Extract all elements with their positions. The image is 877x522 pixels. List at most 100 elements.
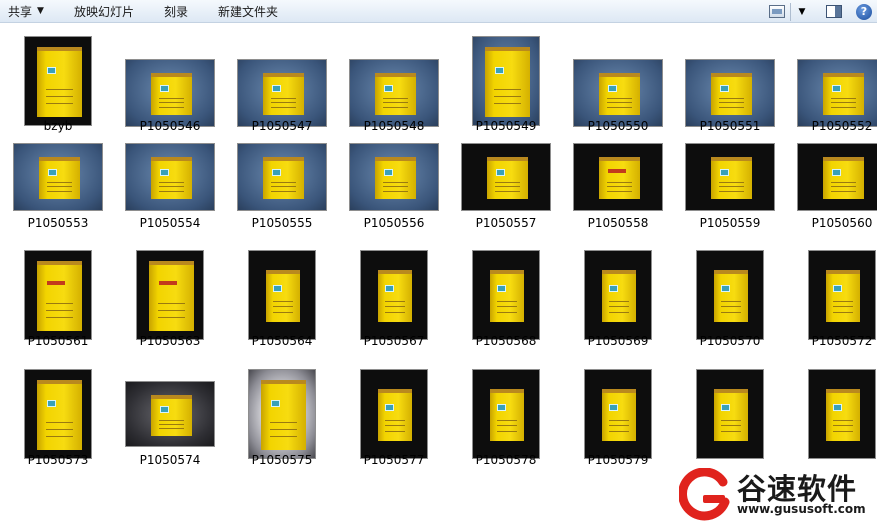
view-options-dropdown[interactable]: ▼ (795, 2, 809, 22)
file-name: P1050567 (363, 334, 425, 348)
file-name: P1050560 (811, 216, 873, 230)
file-item[interactable]: P1050568 (450, 238, 562, 356)
thumbnail-frame (226, 248, 338, 342)
thumbnail-frame (786, 130, 877, 224)
image-thumbnail (237, 143, 327, 211)
cigarette-pack (602, 389, 636, 441)
file-item[interactable]: P1050575 (226, 357, 338, 475)
cigarette-pack (714, 389, 748, 441)
file-item[interactable]: P1050567 (338, 238, 450, 356)
watermark: 谷速软件 www.gususoft.com (677, 466, 877, 522)
cigarette-pack (714, 270, 748, 322)
image-thumbnail (125, 143, 215, 211)
share-button[interactable]: 共享 ▼ (0, 0, 52, 23)
image-thumbnail (461, 143, 551, 211)
image-thumbnail (584, 250, 652, 340)
file-name: P1050572 (811, 334, 873, 348)
file-item[interactable]: P1050563 (114, 238, 226, 356)
file-name: P1050563 (139, 334, 201, 348)
thumbnail-frame (674, 367, 786, 461)
file-item[interactable]: P1050570 (674, 238, 786, 356)
help-icon: ? (856, 3, 872, 20)
file-item[interactable]: P1050554 (114, 122, 226, 240)
file-item[interactable]: P1050561 (2, 238, 114, 356)
thumbnail-frame (114, 248, 226, 342)
image-thumbnail (472, 36, 540, 126)
file-item[interactable]: P1050573 (2, 357, 114, 475)
thumbnail-frame (562, 248, 674, 342)
thumbnail-frame (226, 130, 338, 224)
thumbnail-frame (450, 130, 562, 224)
command-bar: 共享 ▼ 放映幻灯片 刻录 新建文件夹 ▼ ? (0, 0, 877, 23)
cigarette-pack (485, 47, 530, 117)
image-thumbnail (125, 381, 215, 447)
image-thumbnail (360, 250, 428, 340)
file-item[interactable]: P1050577 (338, 357, 450, 475)
thumbnail-frame (450, 248, 562, 342)
cigarette-pack (375, 157, 416, 199)
file-item[interactable]: P1050560 (786, 122, 877, 240)
image-thumbnail (24, 369, 92, 459)
cigarette-pack (378, 389, 412, 441)
image-thumbnail (349, 59, 439, 127)
image-thumbnail (573, 143, 663, 211)
file-item[interactable]: P1050555 (226, 122, 338, 240)
file-item[interactable]: P1050574 (114, 357, 226, 475)
file-item[interactable]: P1050556 (338, 122, 450, 240)
chevron-down-icon: ▼ (37, 6, 44, 16)
cigarette-pack (266, 270, 300, 322)
file-item[interactable]: P1050559 (674, 122, 786, 240)
file-item[interactable]: P1050564 (226, 238, 338, 356)
thumbnail-frame (2, 367, 114, 461)
cigarette-pack (823, 73, 864, 115)
image-thumbnail (349, 143, 439, 211)
file-name: P1050569 (587, 334, 649, 348)
file-item[interactable]: P1050558 (562, 122, 674, 240)
cigarette-pack (151, 395, 192, 436)
cigarette-pack (490, 270, 524, 322)
file-item[interactable]: P1050557 (450, 122, 562, 240)
slideshow-button[interactable]: 放映幻灯片 (66, 0, 142, 23)
preview-pane-button[interactable] (823, 2, 845, 22)
file-item[interactable]: P1050579 (562, 357, 674, 475)
image-thumbnail (808, 369, 876, 459)
file-name: P1050555 (251, 216, 313, 230)
cigarette-pack (151, 157, 192, 199)
new-folder-label: 新建文件夹 (217, 4, 278, 19)
burn-button[interactable]: 刻录 (156, 0, 196, 23)
cigarette-pack (263, 73, 304, 115)
image-thumbnail (125, 59, 215, 127)
file-name: P1050558 (587, 216, 649, 230)
chevron-down-icon: ▼ (798, 6, 806, 17)
new-folder-button[interactable]: 新建文件夹 (210, 0, 286, 23)
thumbnail-frame (562, 367, 674, 461)
file-name: P1050573 (27, 453, 89, 467)
image-thumbnail (696, 250, 764, 340)
image-thumbnail (797, 143, 877, 211)
file-item[interactable] (786, 357, 877, 475)
file-name: P1050579 (587, 453, 649, 467)
file-name: P1050554 (139, 216, 201, 230)
image-thumbnail (685, 59, 775, 127)
image-thumbnail (472, 369, 540, 459)
preview-pane-icon (826, 5, 842, 18)
file-item[interactable]: P1050578 (450, 357, 562, 475)
file-item[interactable]: P1050572 (786, 238, 877, 356)
thumbnail-frame (114, 367, 226, 461)
help-button[interactable]: ? (853, 2, 875, 22)
share-label: 共享 (8, 4, 33, 19)
cigarette-pack (37, 380, 82, 450)
cigarette-pack (37, 261, 82, 331)
file-name: P1050570 (699, 334, 761, 348)
file-item[interactable] (674, 357, 786, 475)
image-thumbnail (685, 143, 775, 211)
file-item[interactable]: P1050553 (2, 122, 114, 240)
thumbnail-frame (674, 248, 786, 342)
thumbnail-frame (450, 34, 562, 128)
thumbnail-frame (338, 130, 450, 224)
view-mode-icon (769, 5, 785, 18)
file-item[interactable]: P1050569 (562, 238, 674, 356)
cigarette-pack (375, 73, 416, 115)
view-mode-button[interactable] (766, 2, 788, 22)
cigarette-pack (378, 270, 412, 322)
